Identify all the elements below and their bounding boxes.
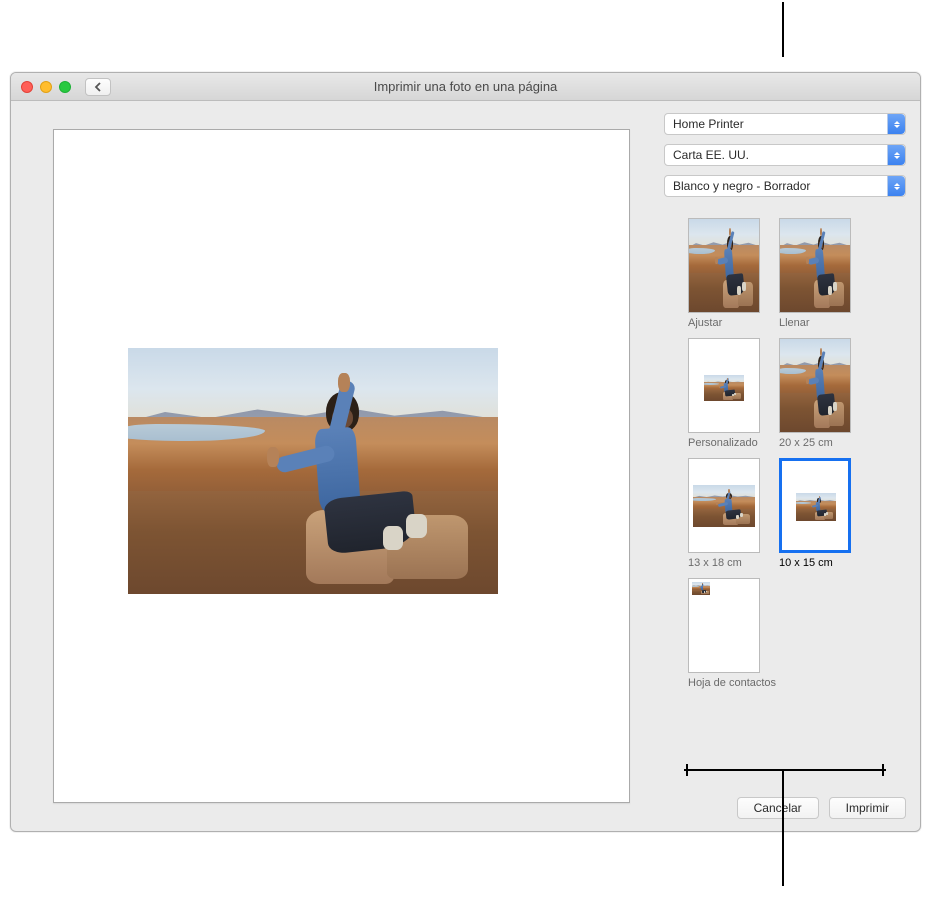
format-label: 13 x 18 cm — [688, 557, 764, 570]
print-preview-pane — [11, 101, 660, 831]
updown-icon — [887, 114, 905, 134]
paper-size-value: Carta EE. UU. — [673, 148, 749, 162]
format-option[interactable]: Hoja de contactos — [688, 578, 855, 690]
close-icon[interactable] — [21, 81, 33, 93]
callout-leader-bottom — [782, 770, 784, 886]
callout-leader-top — [782, 2, 784, 57]
chevron-left-icon — [94, 82, 102, 92]
format-thumbnail — [779, 458, 851, 553]
printer-select[interactable]: Home Printer — [664, 113, 906, 135]
format-option[interactable]: Ajustar — [688, 218, 764, 330]
print-settings-sidebar: Home Printer Carta EE. UU. Blanco y negr… — [660, 101, 920, 831]
cancel-button[interactable]: Cancelar — [737, 797, 819, 819]
format-option[interactable]: Llenar — [779, 218, 855, 330]
format-grid: Ajustar Llenar Personalizado 20 x 25 cm 13 x… — [664, 218, 906, 690]
callout-leader-bracket — [684, 769, 886, 771]
format-thumbnail — [688, 578, 760, 673]
quality-select[interactable]: Blanco y negro - Borrador — [664, 175, 906, 197]
page-preview — [53, 129, 630, 803]
format-thumbnail — [688, 338, 760, 433]
format-option[interactable]: Personalizado — [688, 338, 764, 450]
updown-icon — [887, 176, 905, 196]
window-controls — [21, 81, 71, 93]
format-label: 20 x 25 cm — [779, 437, 855, 450]
updown-icon — [887, 145, 905, 165]
paper-size-select[interactable]: Carta EE. UU. — [664, 144, 906, 166]
format-option[interactable]: 13 x 18 cm — [688, 458, 764, 570]
photo-thumbnail — [796, 493, 836, 521]
zoom-icon[interactable] — [59, 81, 71, 93]
photo-thumbnail — [780, 219, 850, 312]
printer-select-value: Home Printer — [673, 117, 744, 131]
quality-value: Blanco y negro - Borrador — [673, 179, 810, 193]
format-thumbnail — [779, 218, 851, 313]
print-button[interactable]: Imprimir — [829, 797, 906, 819]
format-label: Llenar — [779, 317, 855, 330]
titlebar: Imprimir una foto en una página — [11, 73, 920, 101]
photo-thumbnail — [693, 485, 755, 527]
format-thumbnail — [688, 218, 760, 313]
format-label: Hoja de contactos — [688, 677, 855, 690]
window-title: Imprimir una foto en una página — [11, 79, 920, 94]
format-thumbnail — [688, 458, 760, 553]
photo-thumbnail — [692, 582, 710, 595]
photo-thumbnail — [689, 219, 759, 312]
photo-thumbnail — [704, 375, 744, 401]
back-button[interactable] — [85, 78, 111, 96]
print-dialog-window: Imprimir una foto en una página — [10, 72, 921, 832]
photo-thumbnail — [780, 339, 850, 432]
format-option[interactable]: 10 x 15 cm — [779, 458, 855, 570]
photo-preview — [128, 348, 498, 594]
format-label: 10 x 15 cm — [779, 557, 855, 570]
minimize-icon[interactable] — [40, 81, 52, 93]
format-label: Ajustar — [688, 317, 764, 330]
format-label: Personalizado — [688, 437, 764, 450]
format-thumbnail — [779, 338, 851, 433]
format-option[interactable]: 20 x 25 cm — [779, 338, 855, 450]
